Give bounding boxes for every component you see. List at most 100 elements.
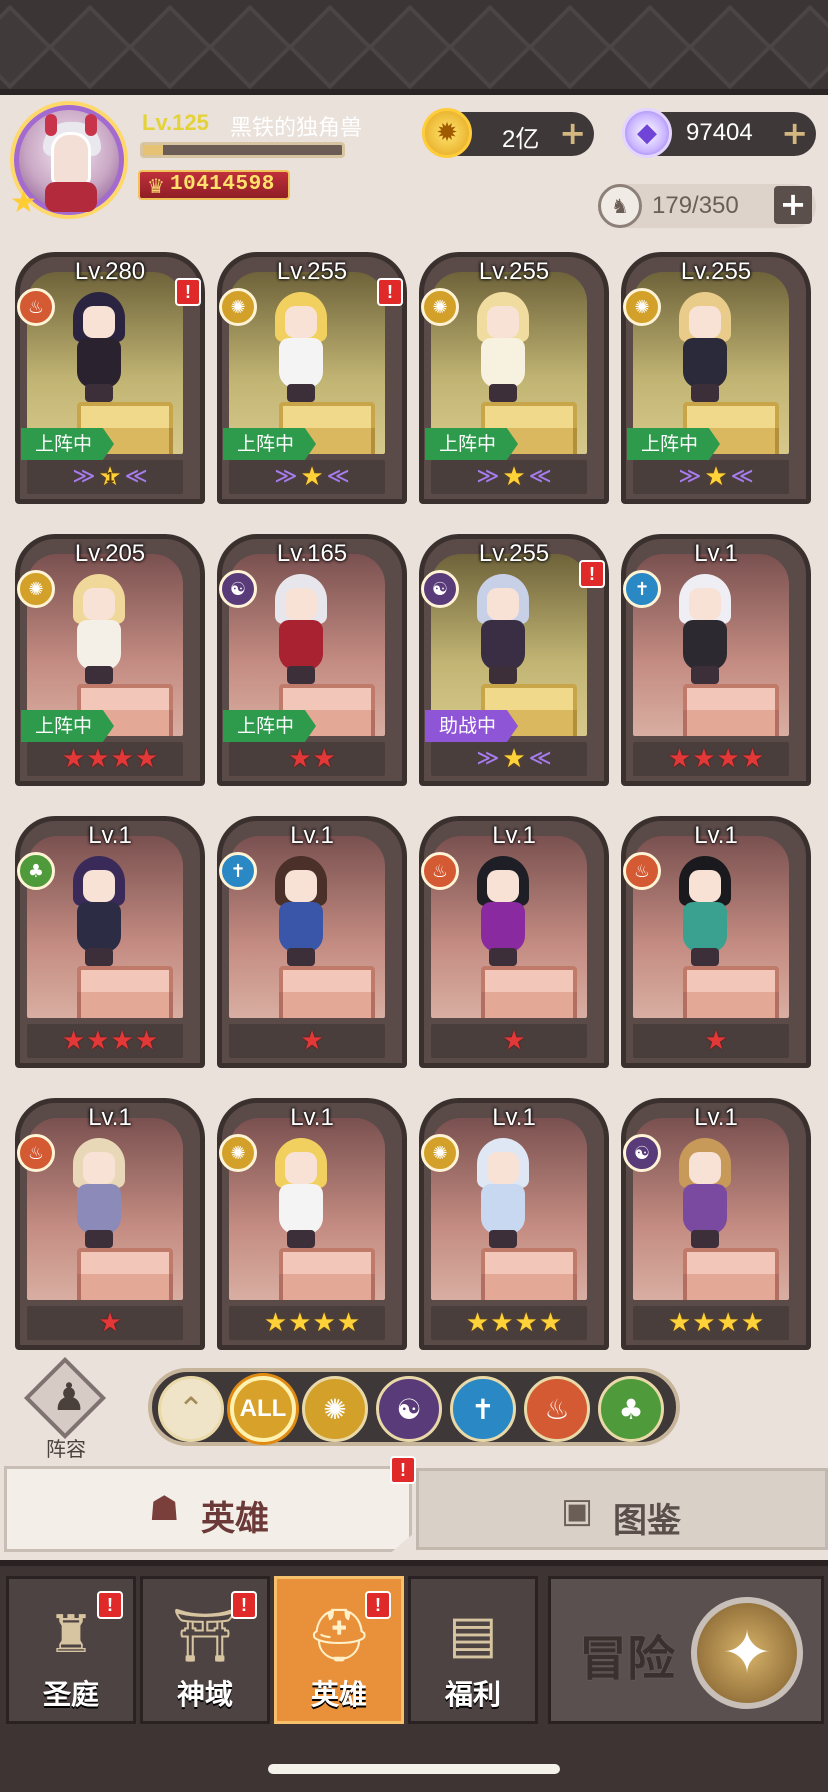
nav-sanctum[interactable]: ♜ ! 圣庭 bbox=[6, 1576, 136, 1724]
banner-pattern bbox=[0, 4, 828, 89]
collapse-filter-button[interactable]: ⌃ bbox=[158, 1376, 224, 1442]
dark-element-icon: ☯ bbox=[219, 570, 257, 608]
status-tag: 上阵中 bbox=[223, 710, 317, 742]
nav-sanctum-label: 圣庭 bbox=[42, 1678, 99, 1711]
star-icon: ★ bbox=[288, 1308, 312, 1338]
star-rating: ★ ★ ★ ★ bbox=[621, 1306, 811, 1340]
light-element-icon: ✺ bbox=[421, 288, 459, 326]
star-icon: ★ bbox=[336, 1308, 361, 1338]
hero-capacity-value: 179/350 bbox=[652, 192, 739, 219]
nav-divine-realm[interactable]: ⛩ ! 神域 bbox=[140, 1576, 270, 1724]
tab-codex-label: 图鉴 bbox=[613, 1501, 681, 1541]
fire-element-icon: ♨ bbox=[17, 1134, 55, 1172]
light-element-icon: ✺ bbox=[323, 1392, 347, 1426]
filter-holy-button[interactable]: ✝ bbox=[450, 1376, 516, 1442]
dark-element-icon: ☯ bbox=[623, 1134, 661, 1172]
star-icon: ★ bbox=[312, 1308, 336, 1338]
hero-sprite bbox=[663, 574, 745, 684]
compass-icon: ✦ bbox=[691, 1597, 803, 1709]
gold-coin-icon: ✹ bbox=[422, 108, 472, 158]
hero-card[interactable]: Lv.255 ✺ 上阵中 ≫ ★ ≪ bbox=[419, 252, 609, 504]
tab-codex[interactable]: ▣ 图鉴 bbox=[416, 1468, 828, 1550]
hero-card[interactable]: Lv.1 ♣ ★ ★ ★ ★ bbox=[15, 816, 205, 1068]
star-rating: ★ ★ ★ ★ bbox=[15, 1024, 205, 1058]
hero-card[interactable]: Lv.1 ♨ ★ bbox=[15, 1098, 205, 1350]
pedestal bbox=[279, 966, 375, 1018]
star-rating: ★ ★ bbox=[217, 742, 407, 776]
nature-element-icon: ♣ bbox=[618, 1392, 644, 1426]
nav-heroes-alert: ! bbox=[365, 1591, 391, 1619]
filter-all-button[interactable]: ALL bbox=[230, 1376, 296, 1442]
hero-level: Lv.1 bbox=[290, 822, 334, 849]
add-gold-button[interactable]: + bbox=[559, 116, 586, 150]
hero-sprite bbox=[259, 1138, 341, 1248]
filter-fire-button[interactable]: ♨ bbox=[524, 1376, 590, 1442]
dark-element-icon: ☯ bbox=[421, 570, 459, 608]
star-icon: ★ bbox=[704, 1026, 728, 1056]
star-icon: ★ bbox=[300, 1026, 324, 1056]
star-icon: ★ bbox=[740, 744, 765, 774]
star-rating: ≫ ★ ≪ bbox=[217, 460, 407, 494]
pawn-icon: ♟ bbox=[52, 1375, 87, 1419]
filter-nature-button[interactable]: ♣ bbox=[598, 1376, 664, 1442]
xp-bar bbox=[140, 142, 345, 158]
codex-book-icon: ▣ bbox=[561, 1491, 594, 1531]
star-rating: ★ ★ ★ ★ bbox=[217, 1306, 407, 1340]
hero-sprite bbox=[663, 856, 745, 966]
gold-counter[interactable]: ✹ 2亿 + bbox=[422, 108, 594, 158]
star-icon: ★ bbox=[288, 744, 312, 774]
pedestal bbox=[683, 684, 779, 736]
light-element-icon: ✺ bbox=[219, 288, 257, 326]
lineup-button[interactable]: ♟ 阵容 bbox=[22, 1356, 110, 1465]
hero-card[interactable]: Lv.165 ☯ 上阵中 ★ ★ bbox=[217, 534, 407, 786]
star-icon: ★ bbox=[312, 744, 336, 774]
hero-card[interactable]: Lv.255 ✺ 上阵中 ≫ ★ ≪ bbox=[621, 252, 811, 504]
tab-hero[interactable]: ☗ 英雄 bbox=[4, 1466, 412, 1552]
hero-capacity: ♞ 179/350 + bbox=[598, 184, 816, 228]
hero-card[interactable]: Lv.1 ✝ ★ ★ ★ ★ bbox=[621, 534, 811, 786]
filter-dark-button[interactable]: ☯ bbox=[376, 1376, 442, 1442]
alert-badge: ! bbox=[175, 278, 201, 306]
home-indicator[interactable] bbox=[268, 1764, 560, 1774]
star-icon: ★ bbox=[61, 744, 86, 774]
nav-heroes[interactable]: ⛑ ! 英雄 bbox=[274, 1576, 404, 1724]
hero-card[interactable]: Lv.255 ☯! 助战中 ≫ ★ ≪ bbox=[419, 534, 609, 786]
nav-welfare[interactable]: ▤ 福利 bbox=[408, 1576, 538, 1724]
lineup-label: 阵容 bbox=[46, 1437, 86, 1461]
hero-level: Lv.1 bbox=[492, 822, 536, 849]
hero-sprite bbox=[461, 574, 543, 684]
hero-card[interactable]: Lv.1 ✺ ★ ★ ★ ★ bbox=[419, 1098, 609, 1350]
alert-badge: ! bbox=[377, 278, 403, 306]
star-rating: ★ ★ ★ ★ bbox=[15, 742, 205, 776]
filter-light-button[interactable]: ✺ bbox=[302, 1376, 368, 1442]
nav-welfare-label: 福利 bbox=[444, 1678, 501, 1711]
hero-card[interactable]: Lv.205 ✺ 上阵中 ★ ★ ★ ★ bbox=[15, 534, 205, 786]
hero-card[interactable]: Lv.280 ♨! 上阵中 ≫ ★ ≪ 1 bbox=[15, 252, 205, 504]
pedestal bbox=[481, 966, 577, 1018]
add-gem-button[interactable]: + bbox=[781, 116, 808, 150]
star-rating: ★ bbox=[419, 1024, 609, 1058]
star-rating: ★ ★ ★ ★ bbox=[621, 742, 811, 776]
hero-sprite bbox=[461, 292, 543, 402]
hero-sprite bbox=[461, 1138, 543, 1248]
hero-card[interactable]: Lv.1 ✝ ★ bbox=[217, 816, 407, 1068]
expand-capacity-button[interactable]: + bbox=[774, 186, 812, 224]
wing-right-icon: ≪ bbox=[730, 464, 754, 489]
adventure-label: 冒险 bbox=[579, 1631, 676, 1687]
hero-card[interactable]: Lv.1 ✺ ★ ★ ★ ★ bbox=[217, 1098, 407, 1350]
hero-sprite bbox=[57, 292, 139, 402]
hero-card[interactable]: Lv.1 ♨ ★ bbox=[419, 816, 609, 1068]
hero-level: Lv.205 bbox=[74, 540, 146, 567]
hero-card[interactable]: Lv.1 ☯ ★ ★ ★ ★ bbox=[621, 1098, 811, 1350]
fire-element-icon: ♨ bbox=[17, 288, 55, 326]
star-rating: ★ ★ ★ ★ bbox=[419, 1306, 609, 1340]
pedestal bbox=[77, 966, 173, 1018]
fire-element-icon: ♨ bbox=[544, 1392, 570, 1426]
star-icon: ★ bbox=[134, 744, 159, 774]
gem-counter[interactable]: ◆ 97404 + bbox=[622, 108, 816, 158]
diamond-icon: ◆ bbox=[622, 108, 672, 158]
hero-level: Lv.1 bbox=[88, 1104, 132, 1131]
hero-card[interactable]: Lv.1 ♨ ★ bbox=[621, 816, 811, 1068]
hero-card[interactable]: Lv.255 ✺! 上阵中 ≫ ★ ≪ bbox=[217, 252, 407, 504]
adventure-button[interactable]: 冒险 ✦ bbox=[548, 1576, 824, 1724]
